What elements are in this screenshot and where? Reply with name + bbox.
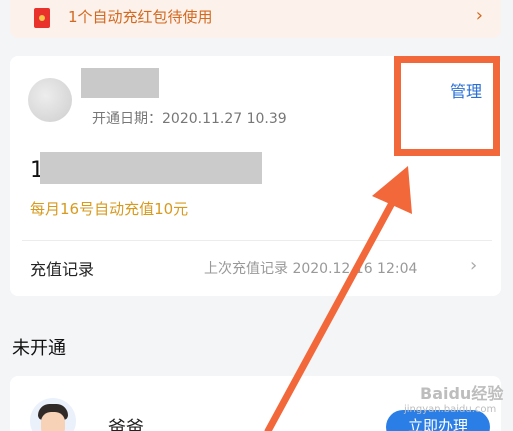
watermark-sub: jingyan.baidu.com xyxy=(404,404,497,415)
divider xyxy=(22,240,492,241)
redacted-name xyxy=(81,68,159,98)
avatar-face xyxy=(41,412,65,431)
auto-recharge-info: 每月16号自动充值10元 xyxy=(30,200,189,218)
annotation-highlight-box xyxy=(394,56,500,156)
last-recharge-record[interactable]: 上次充值记录 2020.12.16 12:04 xyxy=(204,258,417,278)
red-packet-icon xyxy=(34,8,50,28)
open-date: 开通日期：2020.11.27 10.39 xyxy=(92,111,287,127)
avatar xyxy=(28,78,72,122)
chevron-right-icon[interactable]: › xyxy=(470,255,477,276)
banner-text: 1个自动充红包待使用 xyxy=(68,8,213,26)
member-name: 爸爸 xyxy=(108,418,144,431)
redacted-phone xyxy=(40,152,262,184)
red-packet-banner[interactable]: 1个自动充红包待使用 › xyxy=(10,0,501,38)
recharge-records-label[interactable]: 充值记录 xyxy=(30,256,94,280)
baidu-watermark: Baidu经验 jingyan.baidu.com xyxy=(398,378,508,420)
section-title: 未开通 xyxy=(12,338,66,359)
watermark-main: Baidu经验 xyxy=(420,384,504,403)
chevron-right-icon: › xyxy=(475,5,483,26)
